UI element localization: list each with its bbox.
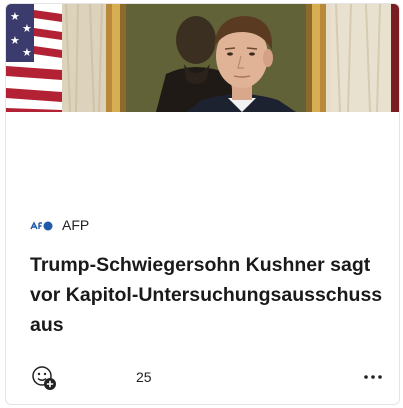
svg-text:★: ★ [22,46,32,59]
article-image[interactable]: ★ ★ ★ ★ [6,4,399,112]
add-reaction-button[interactable] [30,364,58,392]
card-footer: 25 [6,359,399,395]
source-row[interactable]: AFP [30,214,89,236]
article-headline[interactable]: Trump-Schwiegersohn Kushner sagt vor Kap… [30,250,385,340]
flag-image: ★ ★ ★ ★ [6,4,62,112]
svg-text:★: ★ [10,10,20,23]
source-name: AFP [62,217,90,233]
news-card[interactable]: ★ ★ ★ ★ AFP Trump-Schwiegersohn Kushner … [5,3,400,405]
more-options-icon [364,375,382,379]
svg-text:★: ★ [22,22,32,35]
afp-logo-icon [30,219,54,231]
more-options-button[interactable] [360,365,386,389]
add-reaction-icon [32,366,56,390]
reaction-count: 25 [136,369,152,385]
svg-text:★: ★ [10,34,20,47]
